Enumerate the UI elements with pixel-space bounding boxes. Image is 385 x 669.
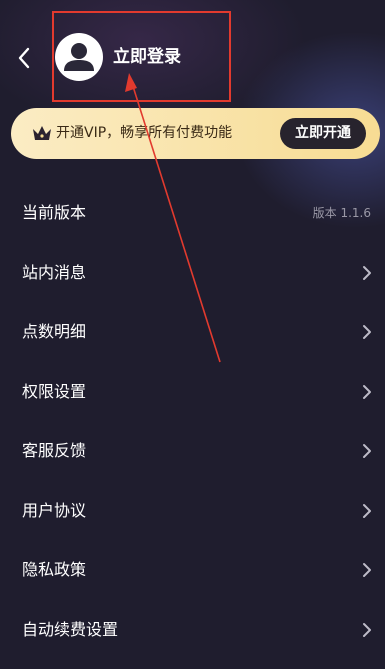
chevron-right-icon	[363, 265, 371, 280]
chevron-right-icon	[363, 325, 371, 339]
chevron-right-icon	[363, 622, 371, 637]
menu-item-version[interactable]: 当前版本 版本 1.1.6	[0, 184, 385, 244]
menu-item-points[interactable]: 点数明细	[0, 303, 385, 363]
menu-item-label: 自动续费设置	[22, 619, 119, 639]
menu-item-auto-renew[interactable]: 自动续费设置	[0, 601, 385, 661]
menu-item-feedback[interactable]: 客服反馈	[0, 422, 385, 482]
version-value: 版本 1.1.6	[312, 206, 371, 220]
crown-icon	[33, 126, 51, 140]
chevron-right-icon	[363, 503, 371, 518]
chevron-right-icon	[363, 384, 371, 399]
back-button[interactable]	[12, 44, 36, 72]
menu-item-privacy-policy[interactable]: 隐私政策	[0, 541, 385, 601]
menu-item-label: 用户协议	[22, 500, 87, 520]
menu-item-permissions[interactable]: 权限设置	[0, 363, 385, 423]
menu-item-label: 当前版本	[22, 203, 87, 222]
vip-promo-text: 开通VIP，畅享所有付费功能	[56, 125, 233, 141]
menu-item-messages[interactable]: 站内消息	[0, 244, 385, 304]
vip-open-button[interactable]: 立即开通	[280, 118, 366, 149]
annotation-highlight-box	[52, 11, 231, 102]
menu-item-label: 权限设置	[22, 381, 87, 401]
menu-item-label: 隐私政策	[22, 560, 87, 579]
menu-item-label: 点数明细	[22, 322, 87, 341]
settings-menu: 当前版本 版本 1.1.6 站内消息 点数明细 权限设置 客服反馈 用户协议 隐…	[0, 184, 385, 660]
chevron-left-icon	[18, 47, 30, 69]
vip-banner[interactable]: 开通VIP，畅享所有付费功能 立即开通	[11, 108, 380, 159]
profile-header: 立即登录	[0, 0, 385, 110]
chevron-right-icon	[363, 444, 371, 458]
menu-item-user-agreement[interactable]: 用户协议	[0, 482, 385, 542]
chevron-right-icon	[363, 563, 371, 577]
menu-item-label: 站内消息	[22, 262, 87, 282]
menu-item-label: 客服反馈	[22, 441, 87, 460]
